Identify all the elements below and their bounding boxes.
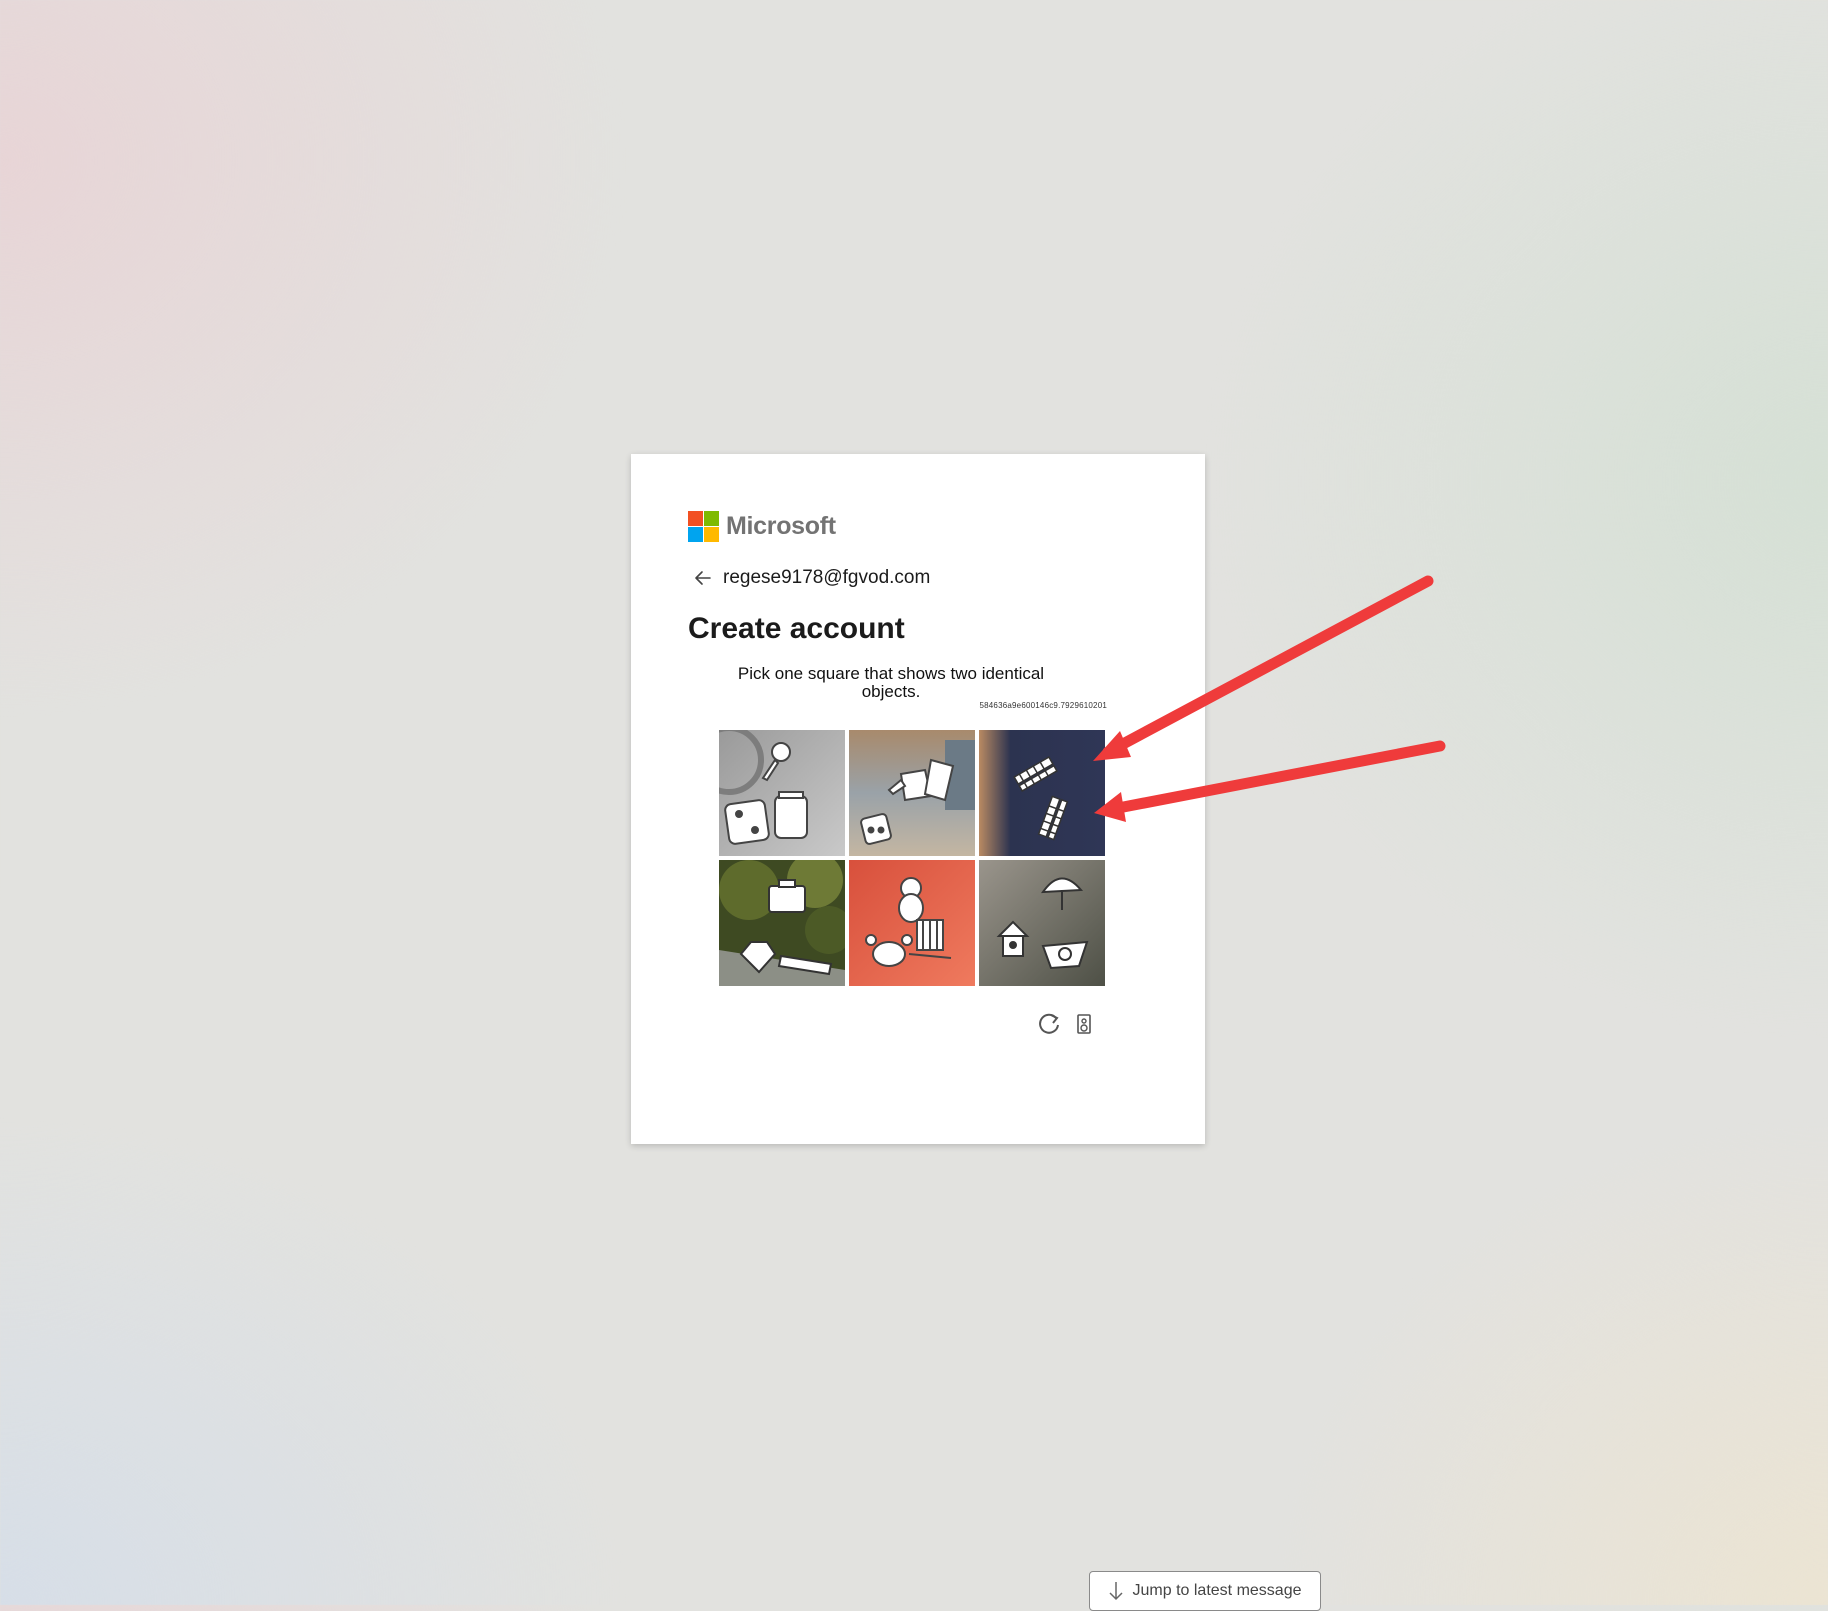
identity-banner: regese9178@fgvod.com [693, 567, 930, 589]
jump-to-latest-button[interactable]: Jump to latest message [1089, 1571, 1321, 1611]
captcha-tile-5[interactable] [849, 860, 975, 986]
identity-email: regese9178@fgvod.com [723, 567, 931, 588]
boat-icon [1041, 940, 1089, 970]
signup-card: Microsoft regese9178@fgvod.com Create ac… [631, 454, 1205, 1144]
captcha-tile-2[interactable] [849, 730, 975, 856]
captcha-session-code: 584636a9e600146c9.7929610201 [979, 701, 1107, 710]
audio-icon[interactable] [1076, 1013, 1092, 1035]
arrow-left-icon[interactable] [693, 568, 713, 588]
captcha-tile-4[interactable] [719, 860, 845, 986]
microsoft-logo-icon [688, 511, 719, 542]
captcha-controls [1036, 1011, 1106, 1037]
logo-square-green [704, 511, 719, 526]
captcha-prompt: Pick one square that shows two identical… [737, 664, 1045, 701]
captcha-tile-3[interactable] [979, 730, 1105, 856]
jump-to-latest-label: Jump to latest message [1132, 1582, 1302, 1599]
logo-square-yellow [704, 527, 719, 542]
microsoft-logo: Microsoft [688, 511, 836, 542]
jar-icon [774, 791, 808, 839]
refresh-icon[interactable] [1036, 1011, 1062, 1037]
die-icon [724, 799, 770, 845]
logo-text: Microsoft [726, 512, 836, 540]
captcha-tile-1[interactable] [719, 730, 845, 856]
captcha-tile-6[interactable] [979, 860, 1105, 986]
logo-square-red [688, 511, 703, 526]
captcha-grid [719, 730, 1105, 986]
die-icon [860, 813, 892, 845]
arrow-down-icon [1108, 1582, 1123, 1601]
logo-square-blue [688, 527, 703, 542]
teddy-bear-icon [898, 877, 924, 923]
page-title: Create account [688, 612, 905, 645]
